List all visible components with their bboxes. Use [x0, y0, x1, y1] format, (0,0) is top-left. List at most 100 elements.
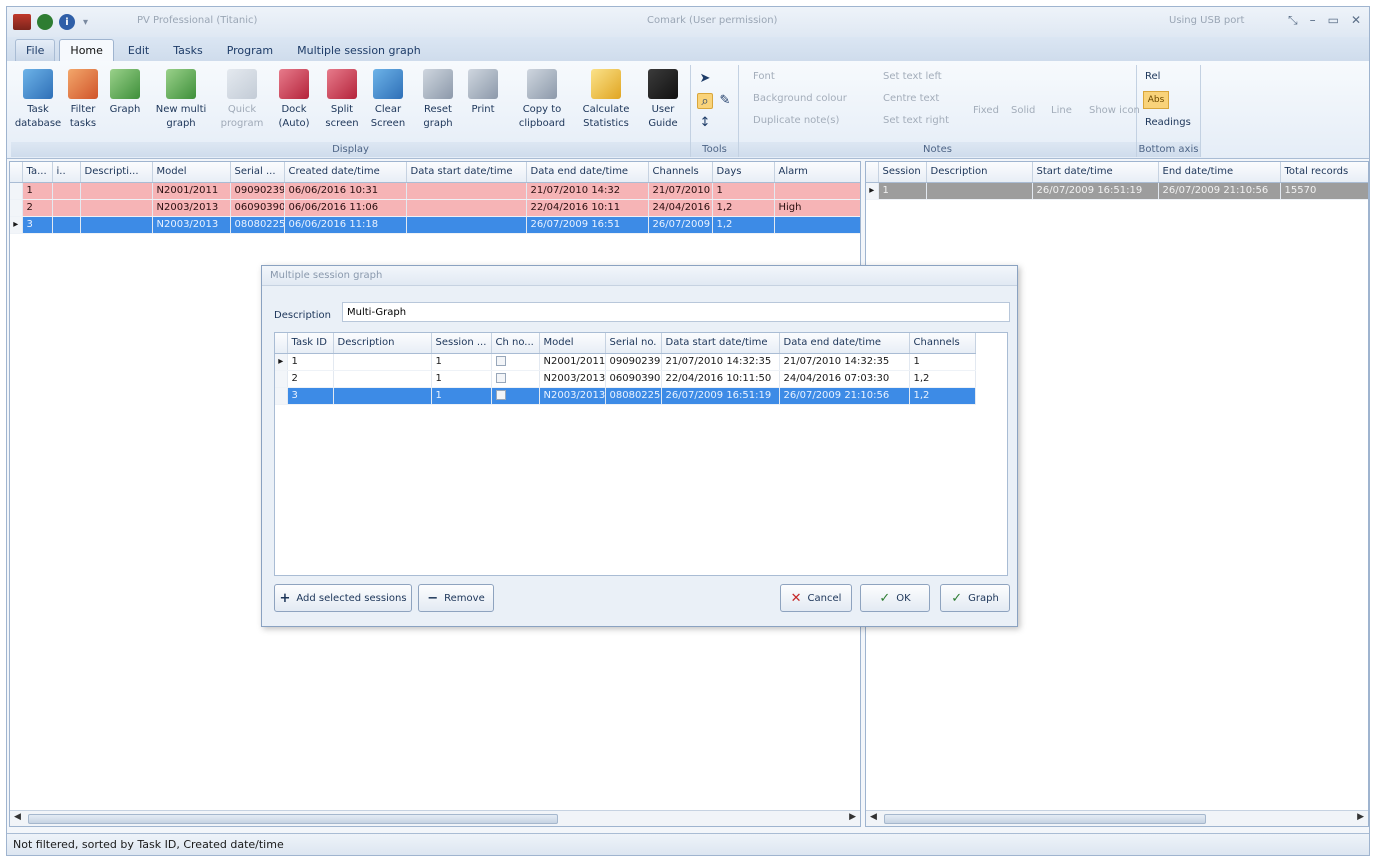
scroll-left-icon[interactable]: ◀ [14, 812, 21, 822]
show-icon-button[interactable]: Show icon [1089, 105, 1140, 116]
dock-button[interactable]: Dock (Auto) [271, 69, 317, 130]
cell-channels: 1,2 [909, 370, 976, 388]
scroll-right-icon[interactable]: ▶ [1357, 812, 1364, 822]
connect-icon[interactable] [37, 14, 53, 30]
centre-text-button[interactable]: Centre text [883, 93, 939, 104]
app-icon[interactable] [13, 14, 31, 30]
background-colour-button[interactable]: Background colour [753, 93, 847, 104]
close-icon[interactable]: ✕ [1351, 13, 1361, 28]
minimize-icon[interactable]: – [1310, 13, 1316, 28]
new-multi-graph-button[interactable]: New multi graph [153, 69, 209, 130]
note-icon[interactable]: ✎ [717, 93, 733, 109]
scroll-left-icon[interactable]: ◀ [870, 812, 877, 822]
column-header-session[interactable]: Session ... [431, 333, 492, 354]
column-header-task-id[interactable]: Ta... [22, 162, 53, 183]
tab-tasks[interactable]: Tasks [163, 40, 212, 61]
table-row[interactable]: 1 N2001/2011 09090239 06/06/2016 10:31 2… [10, 182, 860, 200]
calculate-statistics-button[interactable]: Calculate Statistics [575, 69, 637, 130]
rel-button[interactable]: Rel [1145, 71, 1160, 82]
graph-button[interactable]: Graph [103, 69, 147, 116]
column-header-data-end[interactable]: Data end date/time [779, 333, 910, 354]
vertical-cursor-icon[interactable]: ↕ [697, 115, 713, 131]
description-input[interactable] [342, 302, 1010, 322]
scroll-right-icon[interactable]: ▶ [849, 812, 856, 822]
column-header-data-end[interactable]: Data end date/time [526, 162, 649, 183]
tab-multiple-session-graph[interactable]: Multiple session graph [287, 40, 431, 61]
table-row-selected[interactable]: ▸ 3 N2003/2013 08080225 06/06/2016 11:18… [10, 216, 860, 234]
column-header-ch-no[interactable]: Ch no... [491, 333, 540, 354]
cell-ch-no[interactable] [491, 353, 540, 371]
column-header-session[interactable]: Session [878, 162, 927, 183]
scroll-thumb[interactable] [28, 814, 558, 824]
tab-file[interactable]: File [15, 39, 56, 61]
pointer-icon[interactable]: ➤ [697, 71, 713, 87]
line-button[interactable]: Line [1051, 105, 1072, 116]
cell-model: N2003/2013 [152, 216, 231, 234]
ok-button[interactable]: ✓ OK [860, 584, 930, 612]
channel-checkbox[interactable] [495, 390, 506, 400]
column-header-days[interactable]: Days [712, 162, 775, 183]
table-row[interactable]: 2 1 N2003/2013 06090390 22/04/2016 10:11… [275, 370, 976, 388]
fixed-button[interactable]: Fixed [973, 105, 999, 116]
readings-button[interactable]: Readings [1145, 117, 1191, 128]
column-header-end[interactable]: End date/time [1158, 162, 1281, 183]
column-header-data-start[interactable]: Data start date/time [661, 333, 780, 354]
column-header-created[interactable]: Created date/time [284, 162, 407, 183]
set-text-right-button[interactable]: Set text right [883, 115, 949, 126]
font-button[interactable]: Font [753, 71, 775, 82]
maximize-icon[interactable]: ▭ [1328, 13, 1339, 28]
table-row[interactable]: ▸ 1 1 N2001/2011 09090239 21/07/2010 14:… [275, 353, 976, 371]
column-header-channels[interactable]: Channels [648, 162, 713, 183]
column-header-start[interactable]: Start date/time [1032, 162, 1159, 183]
filter-tasks-button[interactable]: Filter tasks [63, 69, 103, 130]
cancel-button[interactable]: ✕ Cancel [780, 584, 852, 612]
column-header-data-start[interactable]: Data start date/time [406, 162, 527, 183]
add-selected-sessions-button[interactable]: + Add selected sessions [274, 584, 412, 612]
tab-program[interactable]: Program [217, 40, 283, 61]
column-header-serial[interactable]: Serial no. [605, 333, 662, 354]
copy-to-clipboard-button[interactable]: Copy to clipboard [511, 69, 573, 130]
column-header-task-id[interactable]: Task ID [287, 333, 334, 354]
scroll-thumb[interactable] [884, 814, 1206, 824]
print-button[interactable]: Print [463, 69, 503, 116]
task-grid-scrollbar[interactable]: ◀ ▶ [10, 810, 860, 826]
column-header-i[interactable]: i.. [52, 162, 81, 183]
table-row-selected[interactable]: ▸ 1 26/07/2009 16:51:19 26/07/2009 21:10… [866, 182, 1368, 200]
quick-access-dropdown-icon[interactable]: ▾ [83, 17, 88, 28]
set-text-left-button[interactable]: Set text left [883, 71, 942, 82]
reset-graph-button[interactable]: Reset graph [415, 69, 461, 130]
session-grid-scrollbar[interactable]: ◀ ▶ [866, 810, 1368, 826]
tab-edit[interactable]: Edit [118, 40, 159, 61]
column-header-total-records[interactable]: Total records [1280, 162, 1368, 183]
title-bar: i ▾ PV Professional (Titanic) Comark (Us… [7, 7, 1369, 37]
remove-button[interactable]: − Remove [418, 584, 494, 612]
column-header-description[interactable]: Description [333, 333, 432, 354]
table-row[interactable]: 2 N2003/2013 06090390 06/06/2016 11:06 2… [10, 199, 860, 217]
column-header-model[interactable]: Model [539, 333, 606, 354]
zoom-icon[interactable]: ⌕ [697, 93, 713, 109]
duplicate-notes-button[interactable]: Duplicate note(s) [753, 115, 839, 126]
cell-ch-no[interactable] [491, 387, 540, 405]
column-header-channels[interactable]: Channels [909, 333, 976, 354]
abs-button[interactable]: Abs [1143, 91, 1169, 109]
restore-icon[interactable]: ⤡ [1288, 13, 1298, 28]
column-header-alarm[interactable]: Alarm [774, 162, 860, 183]
user-guide-button[interactable]: User Guide [639, 69, 687, 130]
channel-checkbox[interactable] [495, 373, 506, 383]
solid-button[interactable]: Solid [1011, 105, 1035, 116]
graph-dialog-button[interactable]: ✓ Graph [940, 584, 1010, 612]
column-header-serial[interactable]: Serial ... [230, 162, 285, 183]
cell-description [80, 182, 153, 200]
info-icon[interactable]: i [59, 14, 75, 30]
split-screen-button[interactable]: Split screen [319, 69, 365, 130]
clear-screen-button[interactable]: Clear Screen [365, 69, 411, 130]
tab-home[interactable]: Home [59, 39, 114, 61]
cell-ch-no[interactable] [491, 370, 540, 388]
column-header-model[interactable]: Model [152, 162, 231, 183]
channel-checkbox[interactable] [495, 356, 506, 366]
table-row-selected[interactable]: 3 1 N2003/2013 08080225 26/07/2009 16:51… [275, 387, 976, 405]
quick-program-button[interactable]: Quick program [217, 69, 267, 130]
column-header-description[interactable]: Descripti... [80, 162, 153, 183]
task-database-button[interactable]: Task database [13, 69, 63, 130]
column-header-description[interactable]: Description [926, 162, 1033, 183]
